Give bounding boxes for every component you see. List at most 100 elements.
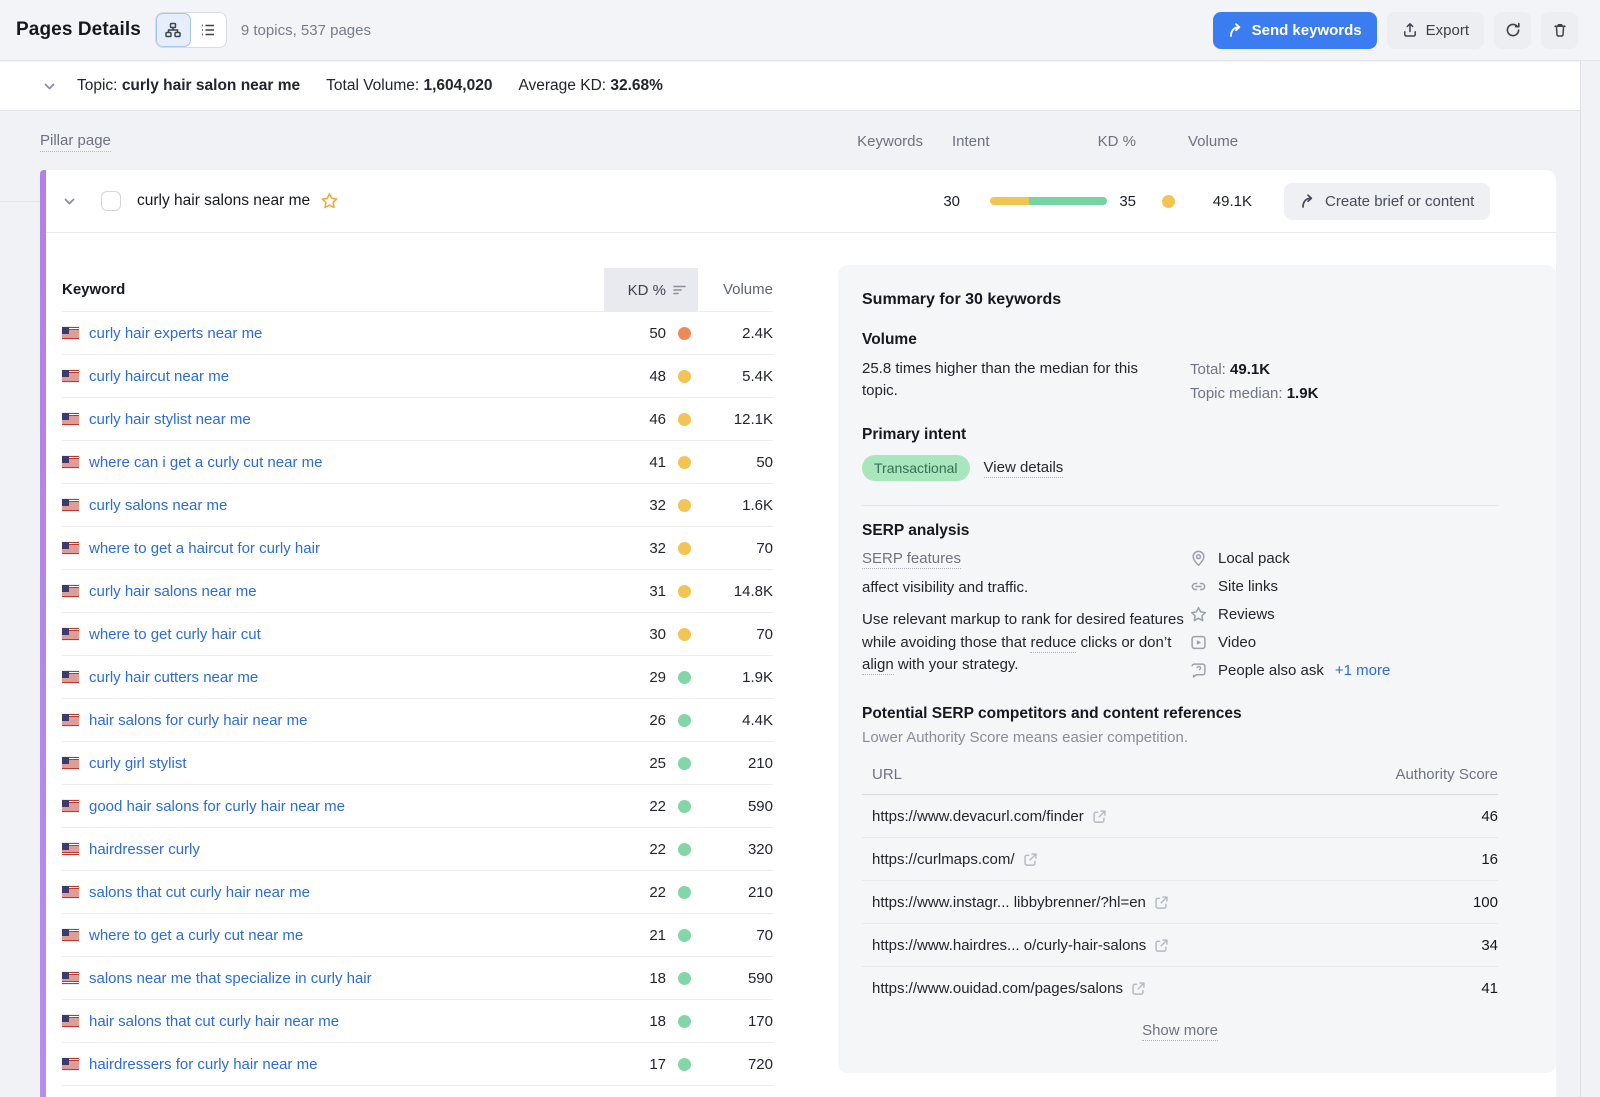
send-keywords-button[interactable]: Send keywords — [1213, 12, 1377, 49]
keyword-volume-value: 12.1K — [692, 411, 773, 428]
view-details-link[interactable]: View details — [984, 459, 1064, 478]
trash-icon — [1552, 22, 1568, 38]
keyword-link[interactable]: hair salons for curly hair near me — [89, 712, 307, 729]
keyword-link[interactable]: curly haircut near me — [89, 368, 229, 385]
keyword-row: curly hair stylist near me 46 12.1K — [62, 398, 773, 441]
kd-dot — [678, 628, 691, 641]
keyword-volume-value: 5.4K — [692, 368, 773, 385]
keyword-link[interactable]: salons that cut curly hair near me — [89, 884, 310, 901]
keyword-row: where to get curly hair cut 30 70 — [62, 613, 773, 656]
summary-title: Summary for 30 keywords — [862, 291, 1498, 309]
competitor-authority-score: 100 — [1473, 894, 1498, 911]
tree-view-button[interactable] — [156, 13, 191, 47]
competitors-table-body: https://www.devacurl.com/finder 46 https… — [862, 795, 1498, 1010]
keyword-link[interactable]: good hair salons for curly hair near me — [89, 798, 345, 815]
volume-heading: Volume — [862, 331, 1190, 349]
send-arrow-icon — [1228, 23, 1244, 38]
keyword-link[interactable]: hairdresser curly — [89, 841, 200, 858]
keyword-volume-value: 320 — [692, 841, 773, 858]
competitor-url-link[interactable]: https://curlmaps.com/ — [872, 851, 1038, 868]
list-icon — [200, 22, 216, 38]
keyword-link[interactable]: where can i get a curly cut near me — [89, 454, 322, 471]
keyword-volume-value: 590 — [692, 970, 773, 987]
kd-dot — [678, 714, 691, 727]
keyword-link[interactable]: where to get curly hair cut — [89, 626, 261, 643]
competitor-url-link[interactable]: https://www.instagr... libbybrenner/?hl=… — [872, 894, 1169, 911]
pillar-checkbox[interactable] — [101, 191, 121, 211]
summary-panel: Summary for 30 keywords Volume 25.8 time… — [838, 265, 1556, 1073]
pillar-kd-value: 35 — [1076, 193, 1136, 210]
us-flag-icon — [62, 1058, 79, 1070]
keyword-row: curly salons near me 32 1.6K — [62, 484, 773, 527]
keyword-link[interactable]: curly hair cutters near me — [89, 669, 258, 686]
create-brief-button[interactable]: Create brief or content — [1284, 183, 1490, 220]
keyword-table-body: curly hair experts near me 50 2.4K curly… — [62, 312, 773, 1086]
pillar-collapse-chevron-icon[interactable] — [62, 194, 77, 209]
us-flag-icon — [62, 671, 79, 683]
competitors-table: URL Authority Score https://www.devacurl… — [862, 766, 1498, 1010]
external-link-icon — [1023, 852, 1038, 867]
competitor-row: https://www.hairdres... o/curly-hair-sal… — [862, 924, 1498, 967]
competitor-url-link[interactable]: https://www.hairdres... o/curly-hair-sal… — [872, 937, 1169, 954]
us-flag-icon — [62, 972, 79, 984]
us-flag-icon — [62, 413, 79, 425]
kd-dot — [678, 757, 691, 770]
keyword-link[interactable]: hairdressers for curly hair near me — [89, 1056, 317, 1073]
pillar-volume-value: 49.1K — [1170, 193, 1252, 210]
transactional-badge: Transactional — [862, 455, 970, 481]
show-more-link[interactable]: Show more — [1142, 1022, 1218, 1041]
serp-line: affect visibility and traffic. — [862, 579, 1190, 596]
keyword-table-header: Keyword KD % Volume — [62, 268, 773, 312]
header-volume[interactable]: Volume — [692, 281, 773, 298]
topbar-actions: Send keywords Export — [1213, 12, 1578, 49]
topic-collapse-chevron-icon[interactable] — [42, 79, 57, 94]
feature-local-pack: Local pack — [1190, 550, 1498, 567]
competitor-url-link[interactable]: https://www.devacurl.com/finder — [872, 808, 1107, 825]
us-flag-icon — [62, 628, 79, 640]
external-link-icon — [1154, 938, 1169, 953]
export-button[interactable]: Export — [1387, 12, 1484, 49]
keyword-link[interactable]: where to get a curly cut near me — [89, 927, 303, 944]
keyword-link[interactable]: curly salons near me — [89, 497, 227, 514]
keyword-kd-value: 31 — [606, 583, 666, 600]
align-link[interactable]: align — [862, 656, 894, 675]
topics-summary: 9 topics, 537 pages — [241, 22, 371, 39]
volume-section: Volume 25.8 times higher than the median… — [862, 331, 1498, 402]
serp-features-link[interactable]: SERP features — [862, 550, 961, 569]
competitor-row: https://www.devacurl.com/finder 46 — [862, 795, 1498, 838]
external-link-icon — [1131, 981, 1146, 996]
pillar-keywords-count: 30 — [882, 193, 960, 210]
keyword-kd-value: 22 — [606, 841, 666, 858]
volume-stats: Total: 49.1K Topic median: 1.9K — [1190, 331, 1498, 402]
competitor-url-link[interactable]: https://www.ouidad.com/pages/salons — [872, 980, 1146, 997]
volume-topic-median: Topic median: 1.9K — [1190, 385, 1498, 402]
more-features-link[interactable]: +1 more — [1335, 662, 1390, 679]
keyword-kd-value: 32 — [606, 497, 666, 514]
keyword-link[interactable]: hair salons that cut curly hair near me — [89, 1013, 339, 1030]
tree-connector-line — [0, 201, 40, 202]
pillar-page-label: Pillar page — [40, 132, 111, 152]
keyword-link[interactable]: curly hair salons near me — [89, 583, 257, 600]
refresh-button[interactable] — [1494, 12, 1531, 49]
us-flag-icon — [62, 843, 79, 855]
list-view-button[interactable] — [191, 13, 226, 47]
column-keywords: Keywords — [845, 133, 923, 150]
topic-name: Topic: curly hair salon near me — [77, 77, 300, 95]
delete-button[interactable] — [1541, 12, 1578, 49]
keyword-link[interactable]: curly hair stylist near me — [89, 411, 251, 428]
keyword-link[interactable]: curly girl stylist — [89, 755, 187, 772]
topic-total-volume: Total Volume: 1,604,020 — [326, 77, 492, 95]
keyword-link[interactable]: salons near me that specialize in curly … — [89, 970, 372, 987]
header-keyword: Keyword — [62, 281, 606, 298]
keyword-kd-value: 50 — [606, 325, 666, 342]
keyword-link[interactable]: curly hair experts near me — [89, 325, 262, 342]
video-icon — [1190, 634, 1207, 651]
pillar-title[interactable]: curly hair salons near me — [137, 192, 310, 210]
reduce-link[interactable]: reduce — [1030, 634, 1076, 653]
competitor-row: https://www.instagr... libbybrenner/?hl=… — [862, 881, 1498, 924]
external-link-icon — [1154, 895, 1169, 910]
keyword-link[interactable]: where to get a haircut for curly hair — [89, 540, 320, 557]
column-volume: Volume — [1188, 133, 1238, 150]
star-icon[interactable] — [320, 192, 339, 210]
header-kd-sort[interactable]: KD % — [604, 268, 698, 312]
